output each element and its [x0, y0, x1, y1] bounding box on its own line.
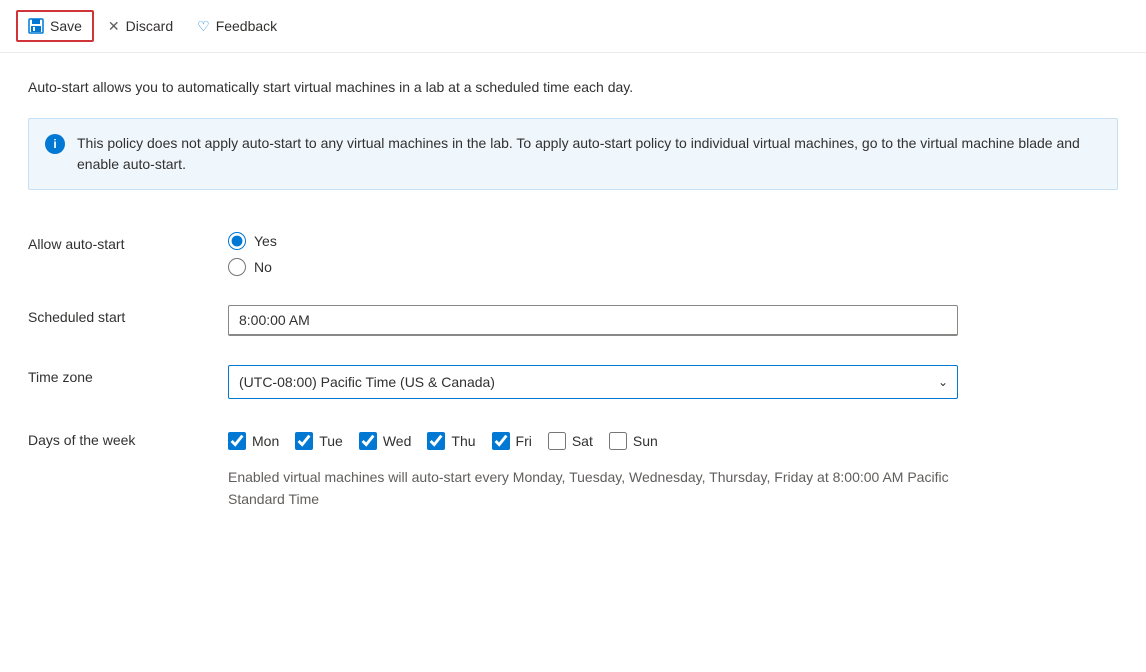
- checkbox-tue-input[interactable]: [295, 432, 313, 450]
- timezone-row: Time zone (UTC-08:00) Pacific Time (US &…: [28, 351, 1118, 414]
- checkbox-sat-label: Sat: [572, 433, 593, 449]
- info-icon: i: [45, 134, 65, 154]
- discard-button[interactable]: ✕ Discard: [98, 12, 183, 41]
- days-of-week-label: Days of the week: [28, 428, 228, 448]
- info-box: i This policy does not apply auto-start …: [28, 118, 1118, 190]
- checkbox-mon-input[interactable]: [228, 432, 246, 450]
- checkbox-sat-input[interactable]: [548, 432, 566, 450]
- allow-autostart-row: Allow auto-start Yes No: [28, 218, 1118, 291]
- save-label: Save: [50, 18, 82, 34]
- radio-no-input[interactable]: [228, 258, 246, 276]
- main-content: Auto-start allows you to automatically s…: [0, 53, 1146, 550]
- discard-icon: ✕: [108, 18, 120, 35]
- checkbox-wed[interactable]: Wed: [359, 432, 412, 450]
- checkbox-sun-input[interactable]: [609, 432, 627, 450]
- timezone-label: Time zone: [28, 365, 228, 385]
- checkbox-fri-label: Fri: [516, 433, 532, 449]
- radio-no[interactable]: No: [228, 258, 958, 276]
- radio-group-autostart: Yes No: [228, 232, 958, 276]
- radio-yes[interactable]: Yes: [228, 232, 958, 250]
- allow-autostart-control: Yes No: [228, 232, 958, 276]
- page-description: Auto-start allows you to automatically s…: [28, 77, 1118, 98]
- checkbox-mon[interactable]: Mon: [228, 432, 279, 450]
- checkbox-fri-input[interactable]: [492, 432, 510, 450]
- timezone-select[interactable]: (UTC-08:00) Pacific Time (US & Canada) (…: [228, 365, 958, 399]
- scheduled-start-input[interactable]: [228, 305, 958, 336]
- checkbox-thu-label: Thu: [451, 433, 475, 449]
- checkbox-thu[interactable]: Thu: [427, 432, 475, 450]
- feedback-button[interactable]: ♡ Feedback: [187, 12, 287, 41]
- days-of-week-row: Days of the week Mon Tue Wed: [28, 414, 1118, 526]
- checkbox-wed-label: Wed: [383, 433, 412, 449]
- info-box-text: This policy does not apply auto-start to…: [77, 133, 1101, 175]
- checkbox-thu-input[interactable]: [427, 432, 445, 450]
- feedback-icon: ♡: [197, 18, 210, 35]
- timezone-select-wrapper: (UTC-08:00) Pacific Time (US & Canada) (…: [228, 365, 958, 399]
- checkbox-sun[interactable]: Sun: [609, 432, 658, 450]
- radio-no-label: No: [254, 259, 272, 275]
- checkbox-sat[interactable]: Sat: [548, 432, 593, 450]
- summary-text: Enabled virtual machines will auto-start…: [228, 466, 958, 511]
- timezone-control: (UTC-08:00) Pacific Time (US & Canada) (…: [228, 365, 958, 399]
- save-icon: [28, 18, 44, 34]
- radio-yes-label: Yes: [254, 233, 277, 249]
- save-button[interactable]: Save: [16, 10, 94, 42]
- form-section: Allow auto-start Yes No Scheduled st: [28, 218, 1118, 526]
- checkbox-tue[interactable]: Tue: [295, 432, 343, 450]
- checkbox-fri[interactable]: Fri: [492, 432, 532, 450]
- checkbox-wed-input[interactable]: [359, 432, 377, 450]
- scheduled-start-label: Scheduled start: [28, 305, 228, 325]
- toolbar: Save ✕ Discard ♡ Feedback: [0, 0, 1146, 53]
- feedback-label: Feedback: [216, 18, 277, 34]
- scheduled-start-control: [228, 305, 958, 336]
- discard-label: Discard: [126, 18, 173, 34]
- allow-autostart-label: Allow auto-start: [28, 232, 228, 252]
- radio-yes-input[interactable]: [228, 232, 246, 250]
- days-checkbox-group: Mon Tue Wed Thu: [228, 428, 958, 450]
- scheduled-start-row: Scheduled start: [28, 291, 1118, 351]
- checkbox-mon-label: Mon: [252, 433, 279, 449]
- checkbox-tue-label: Tue: [319, 433, 343, 449]
- checkbox-sun-label: Sun: [633, 433, 658, 449]
- days-of-week-control: Mon Tue Wed Thu: [228, 428, 958, 511]
